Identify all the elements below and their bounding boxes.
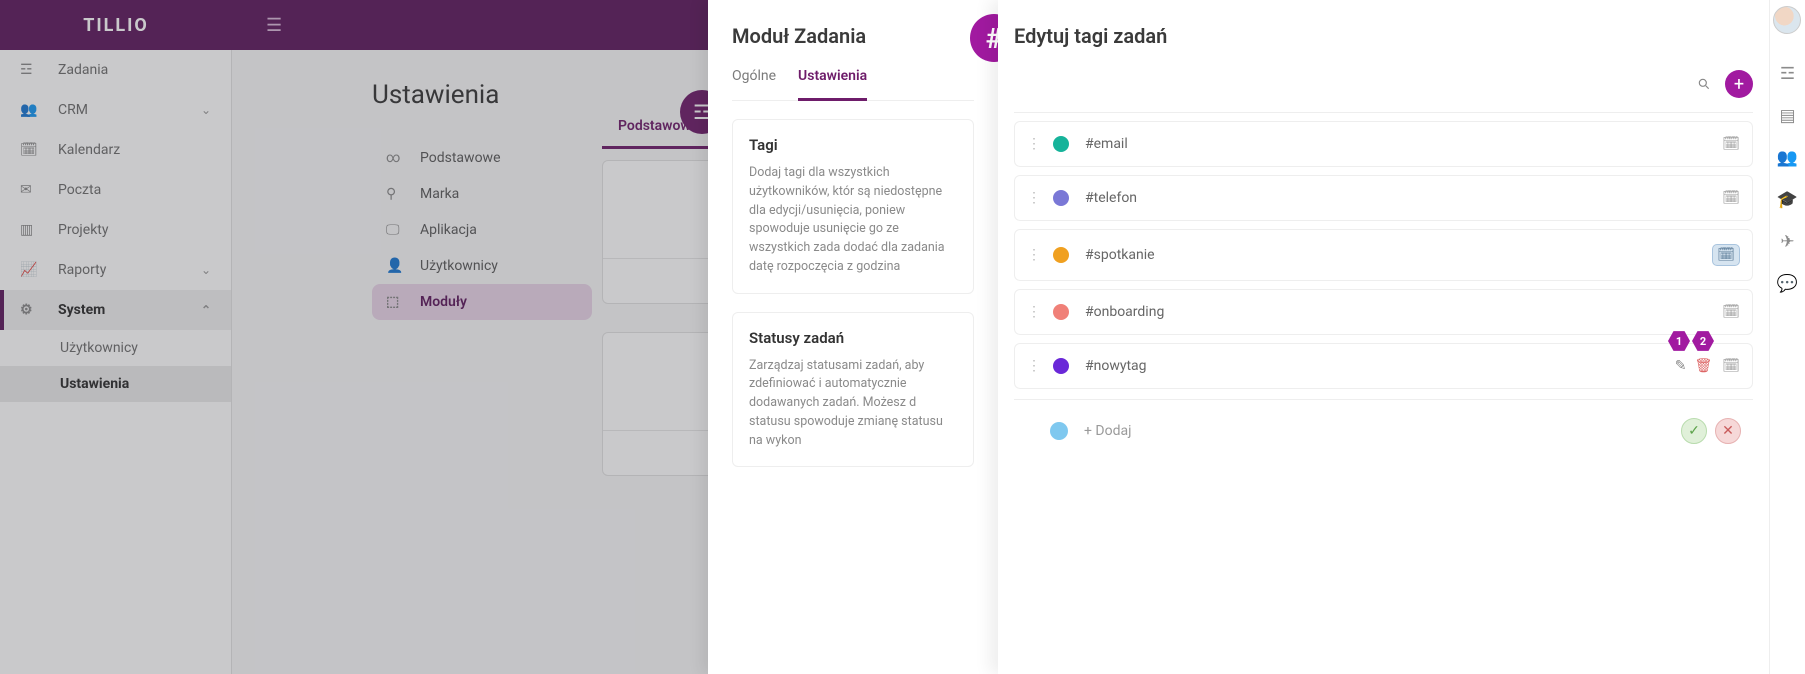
chat-icon[interactable]: 💬 [1777, 274, 1798, 294]
section-heading: Tagi [749, 136, 957, 154]
calendar-toggle-icon[interactable]: 🗓 [1722, 304, 1740, 320]
search-icon[interactable] [1697, 76, 1711, 92]
calendar-toggle-icon[interactable]: 🗓 [1722, 358, 1740, 374]
tasks-icon[interactable]: ☲ [1780, 64, 1795, 84]
tab-ustawienia[interactable]: Ustawienia [798, 68, 867, 101]
education-icon[interactable]: 🎓 [1777, 190, 1798, 210]
calendar-toggle-icon[interactable]: 🗓 [1722, 190, 1740, 206]
edit-icon[interactable]: ✎ [1675, 358, 1687, 374]
tag-name: #email [1085, 136, 1722, 152]
drag-handle-icon[interactable]: ⋮ [1027, 136, 1041, 152]
module-tabs: Ogólne Ustawienia [732, 68, 974, 101]
tag-new-row: + Dodaj ✓ ✕ [1014, 399, 1753, 458]
section-tagi[interactable]: Tagi Dodaj tagi dla wszystkich użytkowni… [732, 119, 974, 294]
confirm-button[interactable]: ✓ [1681, 418, 1707, 444]
drag-handle-icon[interactable]: ⋮ [1027, 304, 1041, 320]
color-dot [1053, 190, 1069, 206]
tag-name: #onboarding [1085, 304, 1722, 320]
color-dot[interactable] [1050, 422, 1068, 440]
calendar-toggle-icon[interactable]: 🗓 [1722, 136, 1740, 152]
drag-handle-icon[interactable]: ⋮ [1027, 358, 1041, 374]
section-desc: Dodaj tagi dla wszystkich użytkowników, … [749, 164, 957, 277]
add-tag-button[interactable]: + [1725, 70, 1753, 98]
columns-icon[interactable]: ▤ [1779, 106, 1795, 126]
panel-module-zadania: Moduł Zadania # Ogólne Ustawienia Tagi D… [708, 0, 998, 674]
tag-row[interactable]: ⋮ #onboarding🗓 [1014, 289, 1753, 335]
panel-edytuj-tagi: Edytuj tagi zadań + ⋮#email🗓⋮#telefon🗓⋮#… [998, 0, 1769, 674]
section-statusy[interactable]: Statusy zadań Zarządzaj statusami zadań,… [732, 312, 974, 468]
color-dot [1053, 358, 1069, 374]
drag-handle-icon[interactable]: ⋮ [1027, 190, 1041, 206]
tag-name: #telefon [1085, 190, 1722, 206]
tag-row[interactable]: ⋮ #telefon🗓 [1014, 175, 1753, 221]
delete-icon[interactable]: 🗑 [1694, 358, 1712, 374]
tag-name: #nowytag [1085, 358, 1675, 374]
calendar-toggle-icon[interactable]: 🗓 [1712, 244, 1740, 266]
tag-row[interactable]: ⋮ #email🗓 [1014, 121, 1753, 167]
send-icon[interactable]: ✈ [1780, 232, 1794, 252]
tag-list: ⋮#email🗓⋮#telefon🗓⋮#spotkanie🗓⋮#onboardi… [1014, 121, 1753, 389]
color-dot [1053, 136, 1069, 152]
new-tag-input[interactable]: + Dodaj [1084, 423, 1681, 439]
user-avatar[interactable] [1773, 6, 1801, 34]
section-desc: Zarządzaj statusami zadań, aby zdefiniow… [749, 357, 957, 451]
tag-row[interactable]: ⋮ #spotkanie🗓 [1014, 229, 1753, 281]
color-dot [1053, 304, 1069, 320]
tag-row[interactable]: ⋮#nowytag✎🗑🗓12 [1014, 343, 1753, 389]
team-icon[interactable]: 👥 [1777, 148, 1798, 168]
cancel-button[interactable]: ✕ [1715, 418, 1741, 444]
tab-ogolne[interactable]: Ogólne [732, 68, 776, 100]
panel-title: Moduł Zadania [732, 24, 974, 48]
color-dot [1053, 247, 1069, 263]
tag-name: #spotkanie [1085, 247, 1712, 263]
tags-toolbar: + [1014, 70, 1753, 113]
drag-handle-icon[interactable]: ⋮ [1027, 247, 1041, 263]
panel-title: Edytuj tagi zadań [1014, 24, 1753, 48]
right-rail: ☲ ▤ 👥 🎓 ✈ 💬 [1769, 0, 1805, 674]
section-heading: Statusy zadań [749, 329, 957, 347]
